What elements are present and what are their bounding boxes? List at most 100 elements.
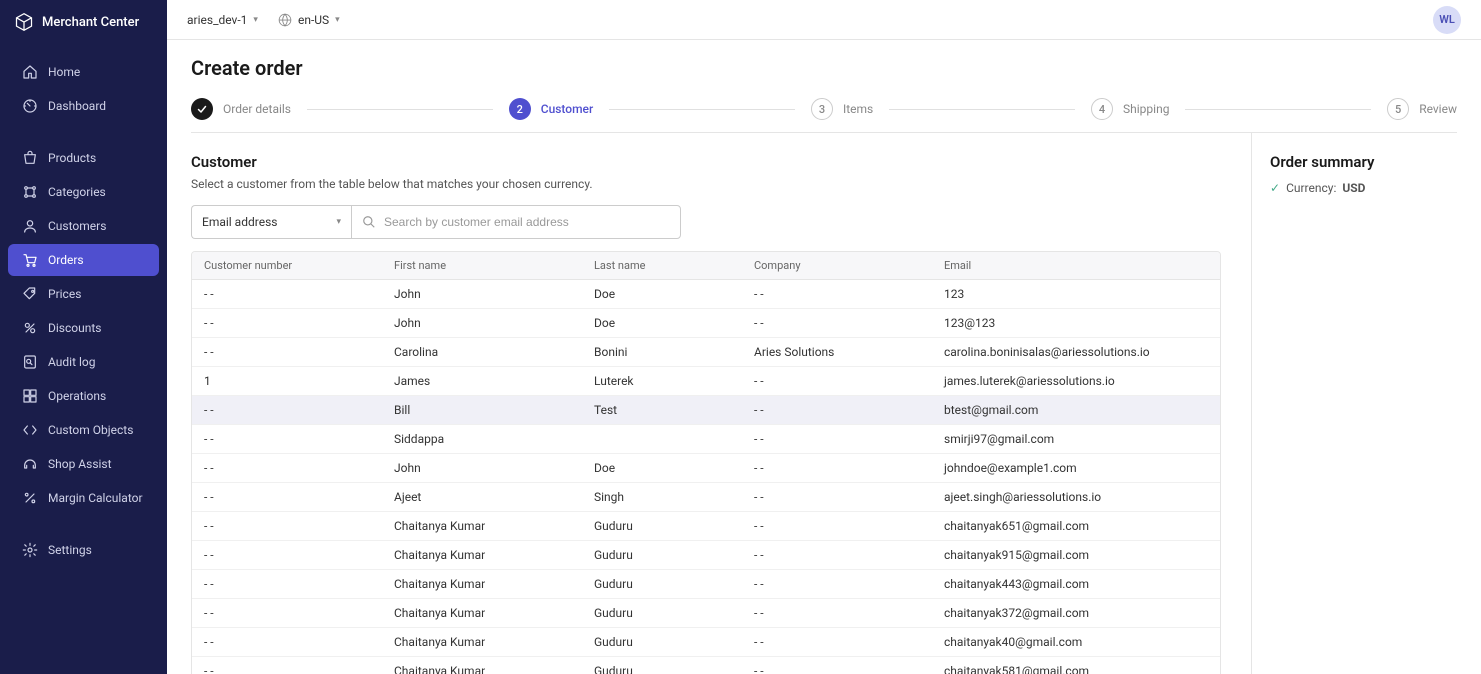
sidebar-item-operations[interactable]: Operations	[8, 380, 159, 412]
categories-icon	[22, 184, 38, 200]
table-row[interactable]: - -Chaitanya KumarGuduru- -chaitanyak372…	[192, 599, 1220, 628]
cell-company: - -	[742, 454, 932, 482]
cell-customer-number: - -	[192, 512, 382, 540]
th-customer-number[interactable]: Customer number	[192, 252, 382, 279]
cell-last-name: Guduru	[582, 628, 742, 656]
cell-last-name: Guduru	[582, 657, 742, 674]
order-summary-panel: Order summary ✓ Currency: USD	[1251, 133, 1481, 674]
project-selector[interactable]: aries_dev-1 ▾	[187, 13, 258, 27]
table-row[interactable]: - -AjeetSingh- -ajeet.singh@ariessolutio…	[192, 483, 1220, 512]
cell-email: chaitanyak443@gmail.com	[932, 570, 1220, 598]
sidebar-item-discounts[interactable]: Discounts	[8, 312, 159, 344]
table-row[interactable]: - -Chaitanya KumarGuduru- -chaitanyak581…	[192, 657, 1220, 674]
cell-company: - -	[742, 541, 932, 569]
sidebar-item-settings[interactable]: Settings	[8, 534, 159, 566]
table-row[interactable]: - -Siddappa- -smirji97@gmail.com	[192, 425, 1220, 454]
cell-last-name: Guduru	[582, 599, 742, 627]
margin-icon	[22, 490, 38, 506]
cell-email: chaitanyak40@gmail.com	[932, 628, 1220, 656]
operations-icon	[22, 388, 38, 404]
th-last-name[interactable]: Last name	[582, 252, 742, 279]
cell-customer-number: - -	[192, 657, 382, 674]
table-row[interactable]: - -JohnDoe- -johndoe@example1.com	[192, 454, 1220, 483]
search-input[interactable]	[384, 215, 670, 229]
cell-email: btest@gmail.com	[932, 396, 1220, 424]
step-items[interactable]: 3 Items	[811, 98, 873, 120]
customer-section-subtitle: Select a customer from the table below t…	[191, 177, 1227, 191]
sidebar-item-customers[interactable]: Customers	[8, 210, 159, 242]
cell-last-name: Doe	[582, 454, 742, 482]
sidebar-item-shop-assist[interactable]: Shop Assist	[8, 448, 159, 480]
cell-last-name: Luterek	[582, 367, 742, 395]
sidebar-item-prices[interactable]: Prices	[8, 278, 159, 310]
cell-email: chaitanyak651@gmail.com	[932, 512, 1220, 540]
cell-email: 123	[932, 280, 1220, 308]
sidebar-item-audit-log[interactable]: Audit log	[8, 346, 159, 378]
sidebar-item-orders[interactable]: Orders	[8, 244, 159, 276]
locale-selector[interactable]: en-US ▾	[278, 13, 340, 27]
stepper: Order details 2Customer 3 Items 4Shipping 5Re…	[191, 94, 1457, 133]
cell-first-name: Bill	[382, 396, 582, 424]
cell-customer-number: - -	[192, 454, 382, 482]
step-label: Items	[843, 102, 873, 116]
dashboard-icon	[22, 98, 38, 114]
th-company[interactable]: Company	[742, 252, 932, 279]
sidebar-item-custom-objects[interactable]: Custom Objects	[8, 414, 159, 446]
discounts-icon	[22, 320, 38, 336]
cell-customer-number: - -	[192, 599, 382, 627]
step-number: 3	[811, 98, 833, 120]
step-order-details[interactable]: Order details	[191, 98, 291, 120]
step-shipping[interactable]: 4Shipping	[1091, 98, 1169, 120]
cell-customer-number: - -	[192, 628, 382, 656]
step-review[interactable]: 5Review	[1387, 98, 1457, 120]
cell-first-name: Chaitanya Kumar	[382, 599, 582, 627]
cell-email: ajeet.singh@ariessolutions.io	[932, 483, 1220, 511]
table-row[interactable]: - -Chaitanya KumarGuduru- -chaitanyak651…	[192, 512, 1220, 541]
filter-field-select[interactable]: Email address ▾	[191, 205, 351, 239]
step-label: Customer	[541, 102, 593, 116]
cell-first-name: Chaitanya Kumar	[382, 512, 582, 540]
sidebar-item-categories[interactable]: Categories	[8, 176, 159, 208]
globe-icon	[278, 13, 292, 27]
th-first-name[interactable]: First name	[382, 252, 582, 279]
app-name: Merchant Center	[42, 15, 139, 30]
sidebar-item-products[interactable]: Products	[8, 142, 159, 174]
table-row[interactable]: - -BillTest- -btest@gmail.com	[192, 396, 1220, 425]
summary-currency-label: Currency:	[1286, 181, 1336, 195]
topbar: aries_dev-1 ▾ en-US ▾ WL	[167, 0, 1481, 40]
summary-currency: ✓ Currency: USD	[1270, 181, 1463, 195]
table-row[interactable]: 1JamesLuterek- -james.luterek@ariessolut…	[192, 367, 1220, 396]
cell-company: - -	[742, 425, 932, 453]
table-row[interactable]: - -Chaitanya KumarGuduru- -chaitanyak443…	[192, 570, 1220, 599]
table-row[interactable]: - -Chaitanya KumarGuduru- -chaitanyak915…	[192, 541, 1220, 570]
cell-email: chaitanyak915@gmail.com	[932, 541, 1220, 569]
app-logo[interactable]: Merchant Center	[0, 0, 167, 44]
th-email[interactable]: Email	[932, 252, 1220, 279]
cell-first-name: Siddappa	[382, 425, 582, 453]
cell-company: - -	[742, 483, 932, 511]
sidebar-item-label: Settings	[48, 543, 92, 557]
sidebar-item-dashboard[interactable]: Dashboard	[8, 90, 159, 122]
sidebar-item-label: Customers	[48, 219, 106, 233]
table-row[interactable]: - -JohnDoe- -123@123	[192, 309, 1220, 338]
cell-email: james.luterek@ariessolutions.io	[932, 367, 1220, 395]
step-customer[interactable]: 2Customer	[509, 98, 593, 120]
sidebar-item-margin-calculator[interactable]: Margin Calculator	[8, 482, 159, 514]
table-row[interactable]: - -CarolinaBoniniAries Solutionscarolina…	[192, 338, 1220, 367]
cell-last-name: Guduru	[582, 512, 742, 540]
cell-company: - -	[742, 599, 932, 627]
cell-first-name: Chaitanya Kumar	[382, 570, 582, 598]
table-row[interactable]: - -JohnDoe- -123	[192, 280, 1220, 309]
avatar[interactable]: WL	[1433, 6, 1461, 34]
step-number	[191, 98, 213, 120]
shop-assist-icon	[22, 456, 38, 472]
cell-first-name: Carolina	[382, 338, 582, 366]
search-icon	[362, 215, 376, 229]
cell-customer-number: - -	[192, 280, 382, 308]
home-icon	[22, 64, 38, 80]
sidebar-item-label: Shop Assist	[48, 457, 112, 471]
cell-company: - -	[742, 396, 932, 424]
sidebar-item-home[interactable]: Home	[8, 56, 159, 88]
cell-customer-number: - -	[192, 425, 382, 453]
table-row[interactable]: - -Chaitanya KumarGuduru- -chaitanyak40@…	[192, 628, 1220, 657]
